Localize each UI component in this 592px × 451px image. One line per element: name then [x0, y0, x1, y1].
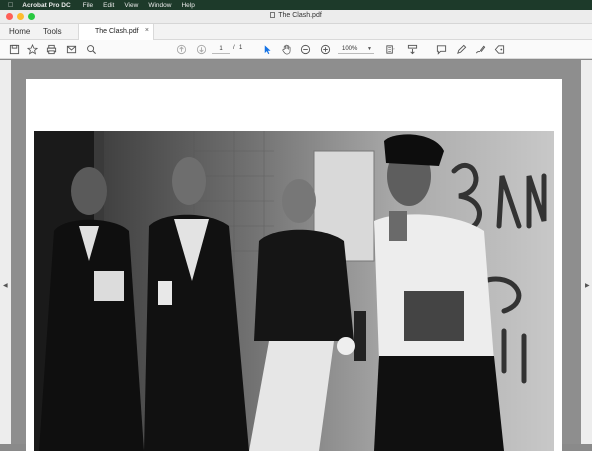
window-title-text: The Clash.pdf: [278, 12, 322, 19]
tab-bar: Home Tools The Clash.pdf ×: [0, 24, 592, 40]
left-panel-toggle[interactable]: ◀: [0, 60, 11, 444]
window-title-bar: The Clash.pdf: [0, 10, 592, 24]
menu-app-name[interactable]: Acrobat Pro DC: [22, 2, 70, 9]
right-panel-toggle[interactable]: ▶: [581, 60, 592, 444]
comment-icon[interactable]: [435, 43, 447, 55]
tab-tools[interactable]: Tools: [43, 27, 62, 36]
menu-edit[interactable]: Edit: [103, 2, 114, 9]
menu-help[interactable]: Help: [181, 2, 194, 9]
window-title: The Clash.pdf: [0, 12, 592, 19]
save-icon[interactable]: [8, 43, 20, 55]
tab-document[interactable]: The Clash.pdf ×: [78, 24, 154, 40]
search-icon[interactable]: [85, 43, 97, 55]
menu-file[interactable]: File: [83, 2, 93, 9]
document-viewport[interactable]: ◀ ▶: [0, 60, 592, 451]
page-number-input[interactable]: 1: [212, 44, 230, 54]
zoom-level-value: 100%: [342, 46, 358, 52]
highlight-pen-icon[interactable]: [455, 43, 467, 55]
close-tab-icon[interactable]: ×: [145, 27, 149, 34]
zoom-in-icon[interactable]: [319, 43, 331, 55]
hand-tool-icon[interactable]: [280, 43, 292, 55]
share-tag-icon[interactable]: [493, 43, 505, 55]
sign-icon[interactable]: [474, 43, 486, 55]
chevron-down-icon: ▼: [367, 46, 372, 52]
expand-left-panel-icon: ◀: [3, 283, 8, 289]
star-icon[interactable]: [26, 43, 38, 55]
select-cursor-icon[interactable]: [261, 43, 273, 55]
zoom-out-icon[interactable]: [299, 43, 311, 55]
print-icon[interactable]: [45, 43, 57, 55]
tab-home[interactable]: Home: [9, 27, 30, 36]
scroll-mode-icon[interactable]: [406, 43, 418, 55]
next-page-icon[interactable]: [195, 43, 207, 55]
page-total: 1: [239, 45, 243, 51]
band-photo: [34, 131, 554, 451]
previous-page-icon[interactable]: [175, 43, 187, 55]
email-icon[interactable]: [65, 43, 77, 55]
pdf-page: [26, 79, 562, 451]
tab-document-label: The Clash.pdf: [95, 28, 139, 35]
pdf-file-icon: [270, 12, 276, 18]
menu-bar:  Acrobat Pro DC File Edit View Window H…: [0, 0, 592, 10]
page-separator: /: [233, 45, 235, 51]
expand-right-panel-icon: ▶: [585, 283, 590, 289]
apple-icon[interactable]: : [8, 2, 13, 9]
menu-window[interactable]: Window: [148, 2, 171, 9]
toolbar: 1 / 1 100% ▼: [0, 40, 592, 59]
page-fit-icon[interactable]: [384, 43, 396, 55]
menu-view[interactable]: View: [124, 2, 138, 9]
zoom-level-select[interactable]: 100% ▼: [338, 44, 374, 54]
